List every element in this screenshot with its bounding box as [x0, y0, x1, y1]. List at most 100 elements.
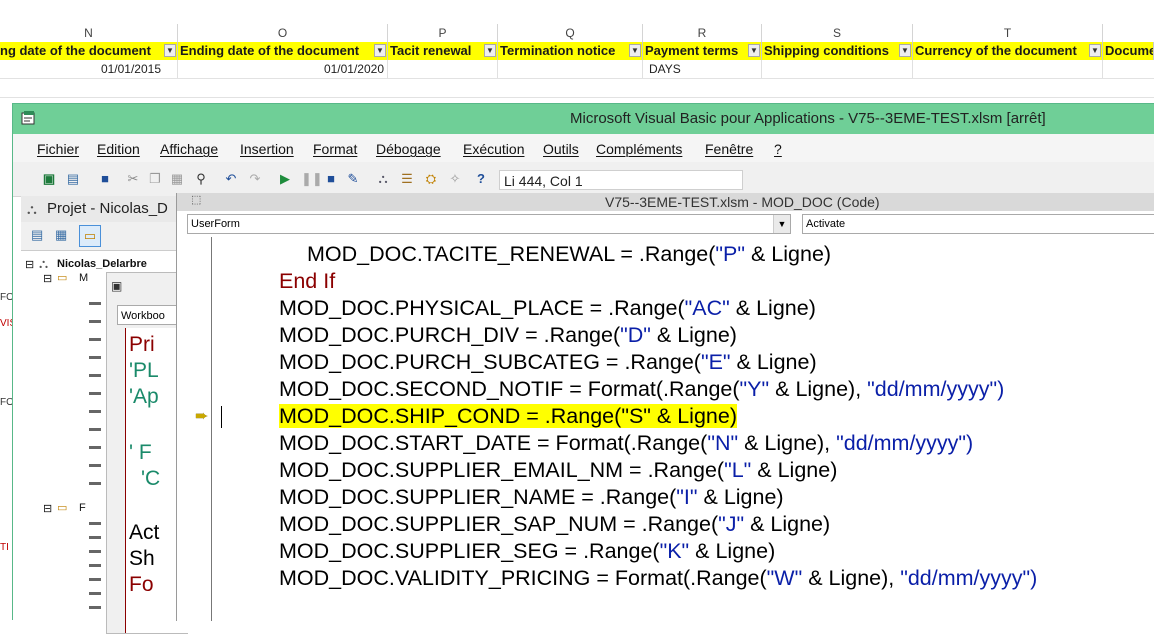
code-line[interactable]: MOD_DOC.TACITE_RENEWAL = .Range("P" & Li… — [307, 241, 831, 267]
tree-project-root[interactable]: Nicolas_Delarbre — [57, 258, 147, 270]
column-header-s[interactable]: S — [762, 24, 913, 42]
cell-o2[interactable]: 01/01/2020 — [178, 60, 388, 78]
chevron-down-icon[interactable]: ▼ — [773, 215, 790, 233]
help-icon[interactable]: ? — [473, 171, 489, 187]
view-excel-icon[interactable]: ▣ — [41, 171, 57, 187]
menu-help[interactable]: ? — [774, 141, 782, 157]
filter-header-document[interactable]: Docume — [1103, 42, 1154, 60]
menu-affichage[interactable]: Affichage — [160, 141, 218, 157]
tree-node-f[interactable]: F — [79, 502, 86, 514]
code-line[interactable]: MOD_DOC.SUPPLIER_SEG = .Range("K" & Lign… — [279, 538, 775, 564]
object-dropdown-value: UserForm — [191, 218, 240, 230]
column-header-q[interactable]: Q — [498, 24, 643, 42]
code-line[interactable]: MOD_DOC.PHYSICAL_PLACE = .Range("AC" & L… — [279, 295, 816, 321]
column-header-n[interactable]: N — [0, 24, 178, 42]
menu-insertion[interactable]: Insertion — [240, 141, 294, 157]
filter-dropdown-icon[interactable]: ▼ — [374, 44, 386, 57]
view-object-icon[interactable]: ▦ — [55, 227, 67, 243]
filter-dropdown-icon[interactable]: ▼ — [748, 44, 760, 57]
menu-format[interactable]: Format — [313, 141, 357, 157]
filter-header-start-date[interactable]: ng date of the document ▼ — [0, 42, 178, 60]
filter-dropdown-icon[interactable]: ▼ — [899, 44, 911, 57]
cell-r2[interactable]: DAYS — [643, 60, 762, 78]
code-text: MOD_DOC.VALIDITY_PRICING = Format(.Range… — [279, 566, 767, 590]
filter-dropdown-icon[interactable]: ▼ — [629, 44, 641, 57]
view-code-icon[interactable]: ▤ — [31, 227, 43, 243]
toolbox-icon[interactable]: ✧ — [447, 171, 463, 187]
design-mode-icon[interactable]: ✎ — [345, 171, 361, 187]
code-line[interactable]: MOD_DOC.START_DATE = Format(.Range("N" &… — [279, 430, 973, 456]
insert-userform-icon[interactable]: ▤ — [65, 171, 81, 187]
vba-title-bar[interactable]: Microsoft Visual Basic pour Applications… — [13, 104, 1154, 134]
cell-p2[interactable] — [388, 60, 498, 78]
filter-header-termination-notice[interactable]: Termination notice ▼ — [498, 42, 643, 60]
column-header-r[interactable]: R — [643, 24, 762, 42]
run-icon[interactable]: ▶ — [277, 171, 293, 187]
code-line[interactable]: MOD_DOC.SUPPLIER_NAME = .Range("I" & Lig… — [279, 484, 784, 510]
code-margin[interactable] — [187, 237, 212, 621]
menu-complements[interactable]: Compléments — [596, 141, 682, 157]
filter-dropdown-icon[interactable]: ▼ — [1089, 44, 1101, 57]
header-label: Shipping conditions — [764, 43, 889, 58]
tree-collapse-icon[interactable]: ⊟ — [43, 502, 52, 515]
undo-icon[interactable]: ↶ — [223, 171, 239, 187]
code-line[interactable]: MOD_DOC.VALIDITY_PRICING = Format(.Range… — [279, 565, 1037, 591]
header-label: Docume — [1105, 43, 1154, 58]
menu-fenetre[interactable]: Fenêtre — [705, 141, 753, 157]
code-string: "S" — [621, 404, 651, 428]
filter-header-shipping-conditions[interactable]: Shipping conditions ▼ — [762, 42, 913, 60]
filter-dropdown-icon[interactable]: ▼ — [484, 44, 496, 57]
cell-s2[interactable] — [762, 60, 913, 78]
highlighted-statement: MOD_DOC.SHIP_COND = .Range("S" & Ligne) — [279, 404, 737, 428]
filter-header-end-date[interactable]: Ending date of the document ▼ — [178, 42, 388, 60]
cell-t2[interactable] — [913, 60, 1103, 78]
code-window-title-bar[interactable]: ⬚ V75--3EME-TEST.xlsm - MOD_DOC (Code) — [177, 193, 1154, 211]
code-text: & Ligne), — [802, 566, 901, 590]
save-icon[interactable]: ■ — [97, 171, 113, 187]
project-explorer-icon[interactable]: ⛬ — [375, 171, 391, 187]
cell-n2[interactable]: 01/01/2015 — [0, 60, 178, 78]
filter-header-payment-terms[interactable]: Payment terms ▼ — [643, 42, 762, 60]
find-icon[interactable]: ⚲ — [193, 171, 209, 187]
menu-outils[interactable]: Outils — [543, 141, 579, 157]
filter-dropdown-icon[interactable]: ▼ — [164, 44, 176, 57]
filter-header-currency[interactable]: Currency of the document ▼ — [913, 42, 1103, 60]
column-header-o[interactable]: O — [178, 24, 388, 42]
pause-icon[interactable]: ❚❚ — [301, 171, 323, 187]
procedure-dropdown[interactable]: Activate — [802, 214, 1154, 234]
code-text: MOD_DOC.PHYSICAL_PLACE = .Range( — [279, 296, 685, 320]
reset-icon[interactable]: ■ — [323, 171, 339, 187]
project-explorer-title[interactable]: Projet - Nicolas_D — [21, 196, 181, 222]
redo-icon[interactable]: ↷ — [247, 171, 263, 187]
tree-collapse-icon[interactable]: ⊟ — [25, 258, 34, 271]
project-icon: ⛬ — [27, 201, 37, 217]
column-header-p[interactable]: P — [388, 24, 498, 42]
code-line[interactable]: MOD_DOC.SUPPLIER_EMAIL_NM = .Range("L" &… — [279, 457, 837, 483]
code-line[interactable]: MOD_DOC.SECOND_NOTIF = Format(.Range("Y"… — [279, 376, 1004, 402]
paste-icon[interactable]: ▦ — [169, 171, 185, 187]
code-string: "E" — [700, 350, 731, 374]
object-browser-icon[interactable]: ⛭ — [423, 171, 439, 187]
properties-icon[interactable]: ☰ — [399, 171, 415, 187]
header-label: Payment terms — [645, 43, 739, 58]
code-text: & Ligne) — [650, 404, 737, 428]
column-header-t[interactable]: T — [913, 24, 1103, 42]
menu-debogage[interactable]: Débogage — [376, 141, 441, 157]
cut-icon[interactable]: ✂ — [125, 171, 141, 187]
code-line[interactable]: MOD_DOC.PURCH_SUBCATEG = .Range("E" & Li… — [279, 349, 817, 375]
copy-icon[interactable]: ❐ — [147, 171, 163, 187]
menu-edition[interactable]: Edition — [97, 141, 140, 157]
code-line[interactable]: MOD_DOC.PURCH_DIV = .Range("D" & Ligne) — [279, 322, 737, 348]
code-window[interactable]: ⬚ V75--3EME-TEST.xlsm - MOD_DOC (Code) U… — [176, 193, 1154, 621]
tree-collapse-icon[interactable]: ⊟ — [43, 272, 52, 285]
filter-header-tacit-renewal[interactable]: Tacit renewal ▼ — [388, 42, 498, 60]
code-line-current[interactable]: MOD_DOC.SHIP_COND = .Range("S" & Ligne) — [279, 403, 737, 429]
tree-node-m[interactable]: M — [79, 272, 88, 284]
cell-q2[interactable] — [498, 60, 643, 78]
toggle-folders-icon[interactable]: ▭ — [79, 225, 101, 247]
menu-fichier[interactable]: Fichier — [37, 141, 79, 157]
code-line[interactable]: End If — [279, 268, 335, 294]
menu-execution[interactable]: Exécution — [463, 141, 524, 157]
code-line[interactable]: MOD_DOC.SUPPLIER_SAP_NUM = .Range("J" & … — [279, 511, 830, 537]
object-dropdown[interactable]: UserForm ▼ — [187, 214, 791, 234]
